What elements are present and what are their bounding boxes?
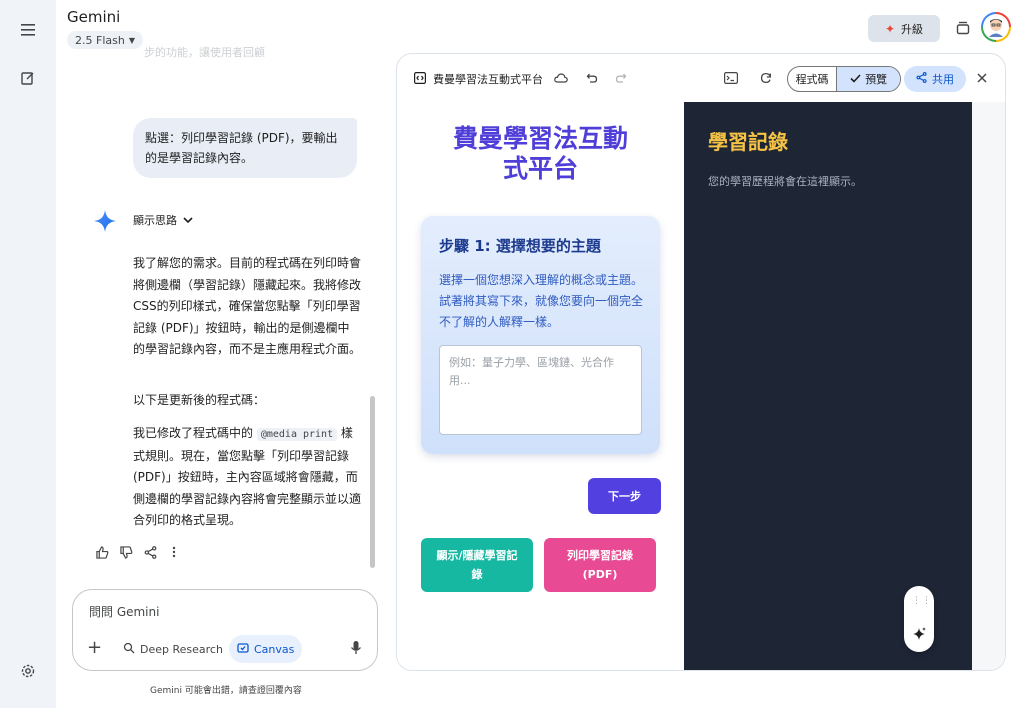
topic-placeholder: 例如：量子力學、區塊鏈、光合作用... (449, 356, 614, 387)
next-step-button[interactable]: 下一步 (588, 478, 661, 514)
chevron-down-icon: ▼ (128, 35, 135, 45)
model-selector[interactable]: 2.5 Flash ▼ (67, 31, 143, 49)
gem-manager-icon[interactable] (952, 17, 974, 39)
faded-previous-text: 步的功能，讓使用者回顧 (144, 46, 265, 59)
thumbs-up-icon[interactable] (95, 545, 109, 559)
print-log-button[interactable]: 列印學習記錄 (PDF) (544, 538, 656, 592)
floating-toolbar: ⋮⋮ (904, 586, 934, 652)
redo-icon[interactable] (611, 68, 631, 88)
canvas-title: 費曼學習法互動式平台 (433, 73, 543, 86)
preview-tab[interactable]: 預覽 (837, 67, 900, 91)
canvas-panel: 費曼學習法互動式平台 程式碼 預覽 共用 費曼學習法互動式平台 步驟 1: 選擇… (396, 53, 1006, 671)
topic-textarea[interactable]: 例如：量子力學、區塊鏈、光合作用... (439, 345, 642, 435)
upgrade-button[interactable]: ✦ 升級 (868, 15, 940, 42)
new-chat-icon[interactable] (16, 66, 40, 90)
app-main-area: 費曼學習法互動式平台 步驟 1: 選擇想要的主題 選擇一個您想深入理解的概念或主… (397, 102, 684, 670)
left-rail (0, 0, 56, 708)
magic-wand-icon[interactable] (911, 626, 927, 642)
mic-icon[interactable] (349, 640, 365, 656)
drag-handle-icon[interactable]: ⋮⋮ (912, 596, 932, 606)
canvas-button[interactable]: Canvas (229, 635, 303, 663)
step-card: 步驟 1: 選擇想要的主題 選擇一個您想深入理解的概念或主題。試著將其寫下來，就… (421, 216, 660, 454)
cloud-icon[interactable] (551, 68, 571, 88)
chevron-down-icon (183, 214, 193, 227)
share-icon[interactable] (143, 545, 157, 559)
toggle-sidebar-button[interactable]: 顯示/隱藏學習記錄 (421, 538, 533, 592)
response-paragraph-3: 我已修改了程式碼中的 @media print 樣式規則。現在，當您點擊「列印學… (133, 423, 361, 532)
response-paragraph-1: 我了解您的需求。目前的程式碼在列印時會將側邊欄（學習記錄）隱藏起來。我將修改CS… (133, 256, 362, 356)
prompt-placeholder[interactable]: 問問 Gemini (89, 603, 159, 620)
more-vert-icon[interactable] (167, 545, 181, 559)
upgrade-label: 升級 (901, 22, 924, 36)
canvas-toolbar: 費曼學習法互動式平台 程式碼 預覽 共用 (397, 54, 1005, 102)
app-main-title: 費曼學習法互動式平台 (452, 124, 628, 183)
refresh-icon[interactable] (756, 68, 776, 88)
undo-icon[interactable] (582, 68, 602, 88)
view-toggle: 程式碼 預覽 (787, 66, 901, 92)
thinking-label: 顯示思路 (133, 214, 177, 227)
show-thinking-toggle[interactable]: 顯示思路 (133, 212, 193, 228)
response-text: 我已修改了程式碼中的 (133, 426, 254, 440)
model-label: 2.5 Flash (75, 33, 125, 47)
check-icon (850, 73, 861, 86)
app-title: Gemini (67, 8, 121, 26)
deep-research-icon (123, 642, 135, 657)
menu-icon[interactable] (16, 18, 40, 42)
canvas-label: Canvas (254, 642, 295, 656)
code-tab[interactable]: 程式碼 (788, 67, 838, 91)
disclaimer: Gemini 可能會出錯，請查證回覆內容 (150, 686, 302, 696)
avatar-face-icon (983, 14, 1009, 40)
thumbs-down-icon[interactable] (119, 545, 133, 559)
terminal-icon[interactable] (721, 68, 741, 88)
user-message: 點選：列印學習記錄 (PDF)，要輸出的是學習記錄內容。 (133, 118, 357, 178)
step-description: 選擇一個您想深入理解的概念或主題。試著將其寫下來，就像您要向一個完全不了解的人解… (439, 273, 644, 329)
response-paragraph-2: 以下是更新後的程式碼： (133, 393, 266, 407)
deep-research-button[interactable]: Deep Research (115, 635, 231, 663)
step-title: 步驟 1: 選擇想要的主題 (439, 237, 601, 255)
app-preview: 費曼學習法互動式平台 步驟 1: 選擇想要的主題 選擇一個您想深入理解的概念或主… (397, 102, 1005, 670)
feedback-row (95, 545, 181, 559)
share-icon (916, 72, 927, 86)
sparkle-icon: ✦ (884, 21, 896, 36)
plus-icon[interactable]: + (87, 639, 103, 657)
sidebar-empty-text: 您的學習歷程將會在這裡顯示。 (708, 175, 862, 188)
sidebar-title: 學習記錄 (708, 130, 788, 154)
gemini-sparkle-icon (93, 209, 117, 233)
inline-code: @media print (256, 428, 338, 441)
prompt-input-box[interactable]: 問問 Gemini + Deep Research Canvas (72, 589, 378, 671)
deep-research-label: Deep Research (140, 642, 223, 656)
code-icon (410, 68, 430, 88)
avatar[interactable] (981, 12, 1011, 42)
response-text: 樣式規則。現在，當您點擊「列印學習記錄 (PDF)」按鈕時，主內容區域將會隱藏，… (133, 426, 362, 527)
settings-icon[interactable] (16, 659, 40, 683)
preview-label: 預覽 (865, 73, 888, 86)
share-label: 共用 (932, 73, 954, 86)
canvas-icon (237, 642, 249, 657)
learning-log-sidebar: 學習記錄 您的學習歷程將會在這裡顯示。 (684, 102, 972, 670)
chat-scrollbar[interactable] (370, 396, 375, 568)
preview-gutter (972, 102, 1005, 670)
close-icon[interactable] (972, 68, 992, 88)
share-button[interactable]: 共用 (904, 66, 966, 92)
